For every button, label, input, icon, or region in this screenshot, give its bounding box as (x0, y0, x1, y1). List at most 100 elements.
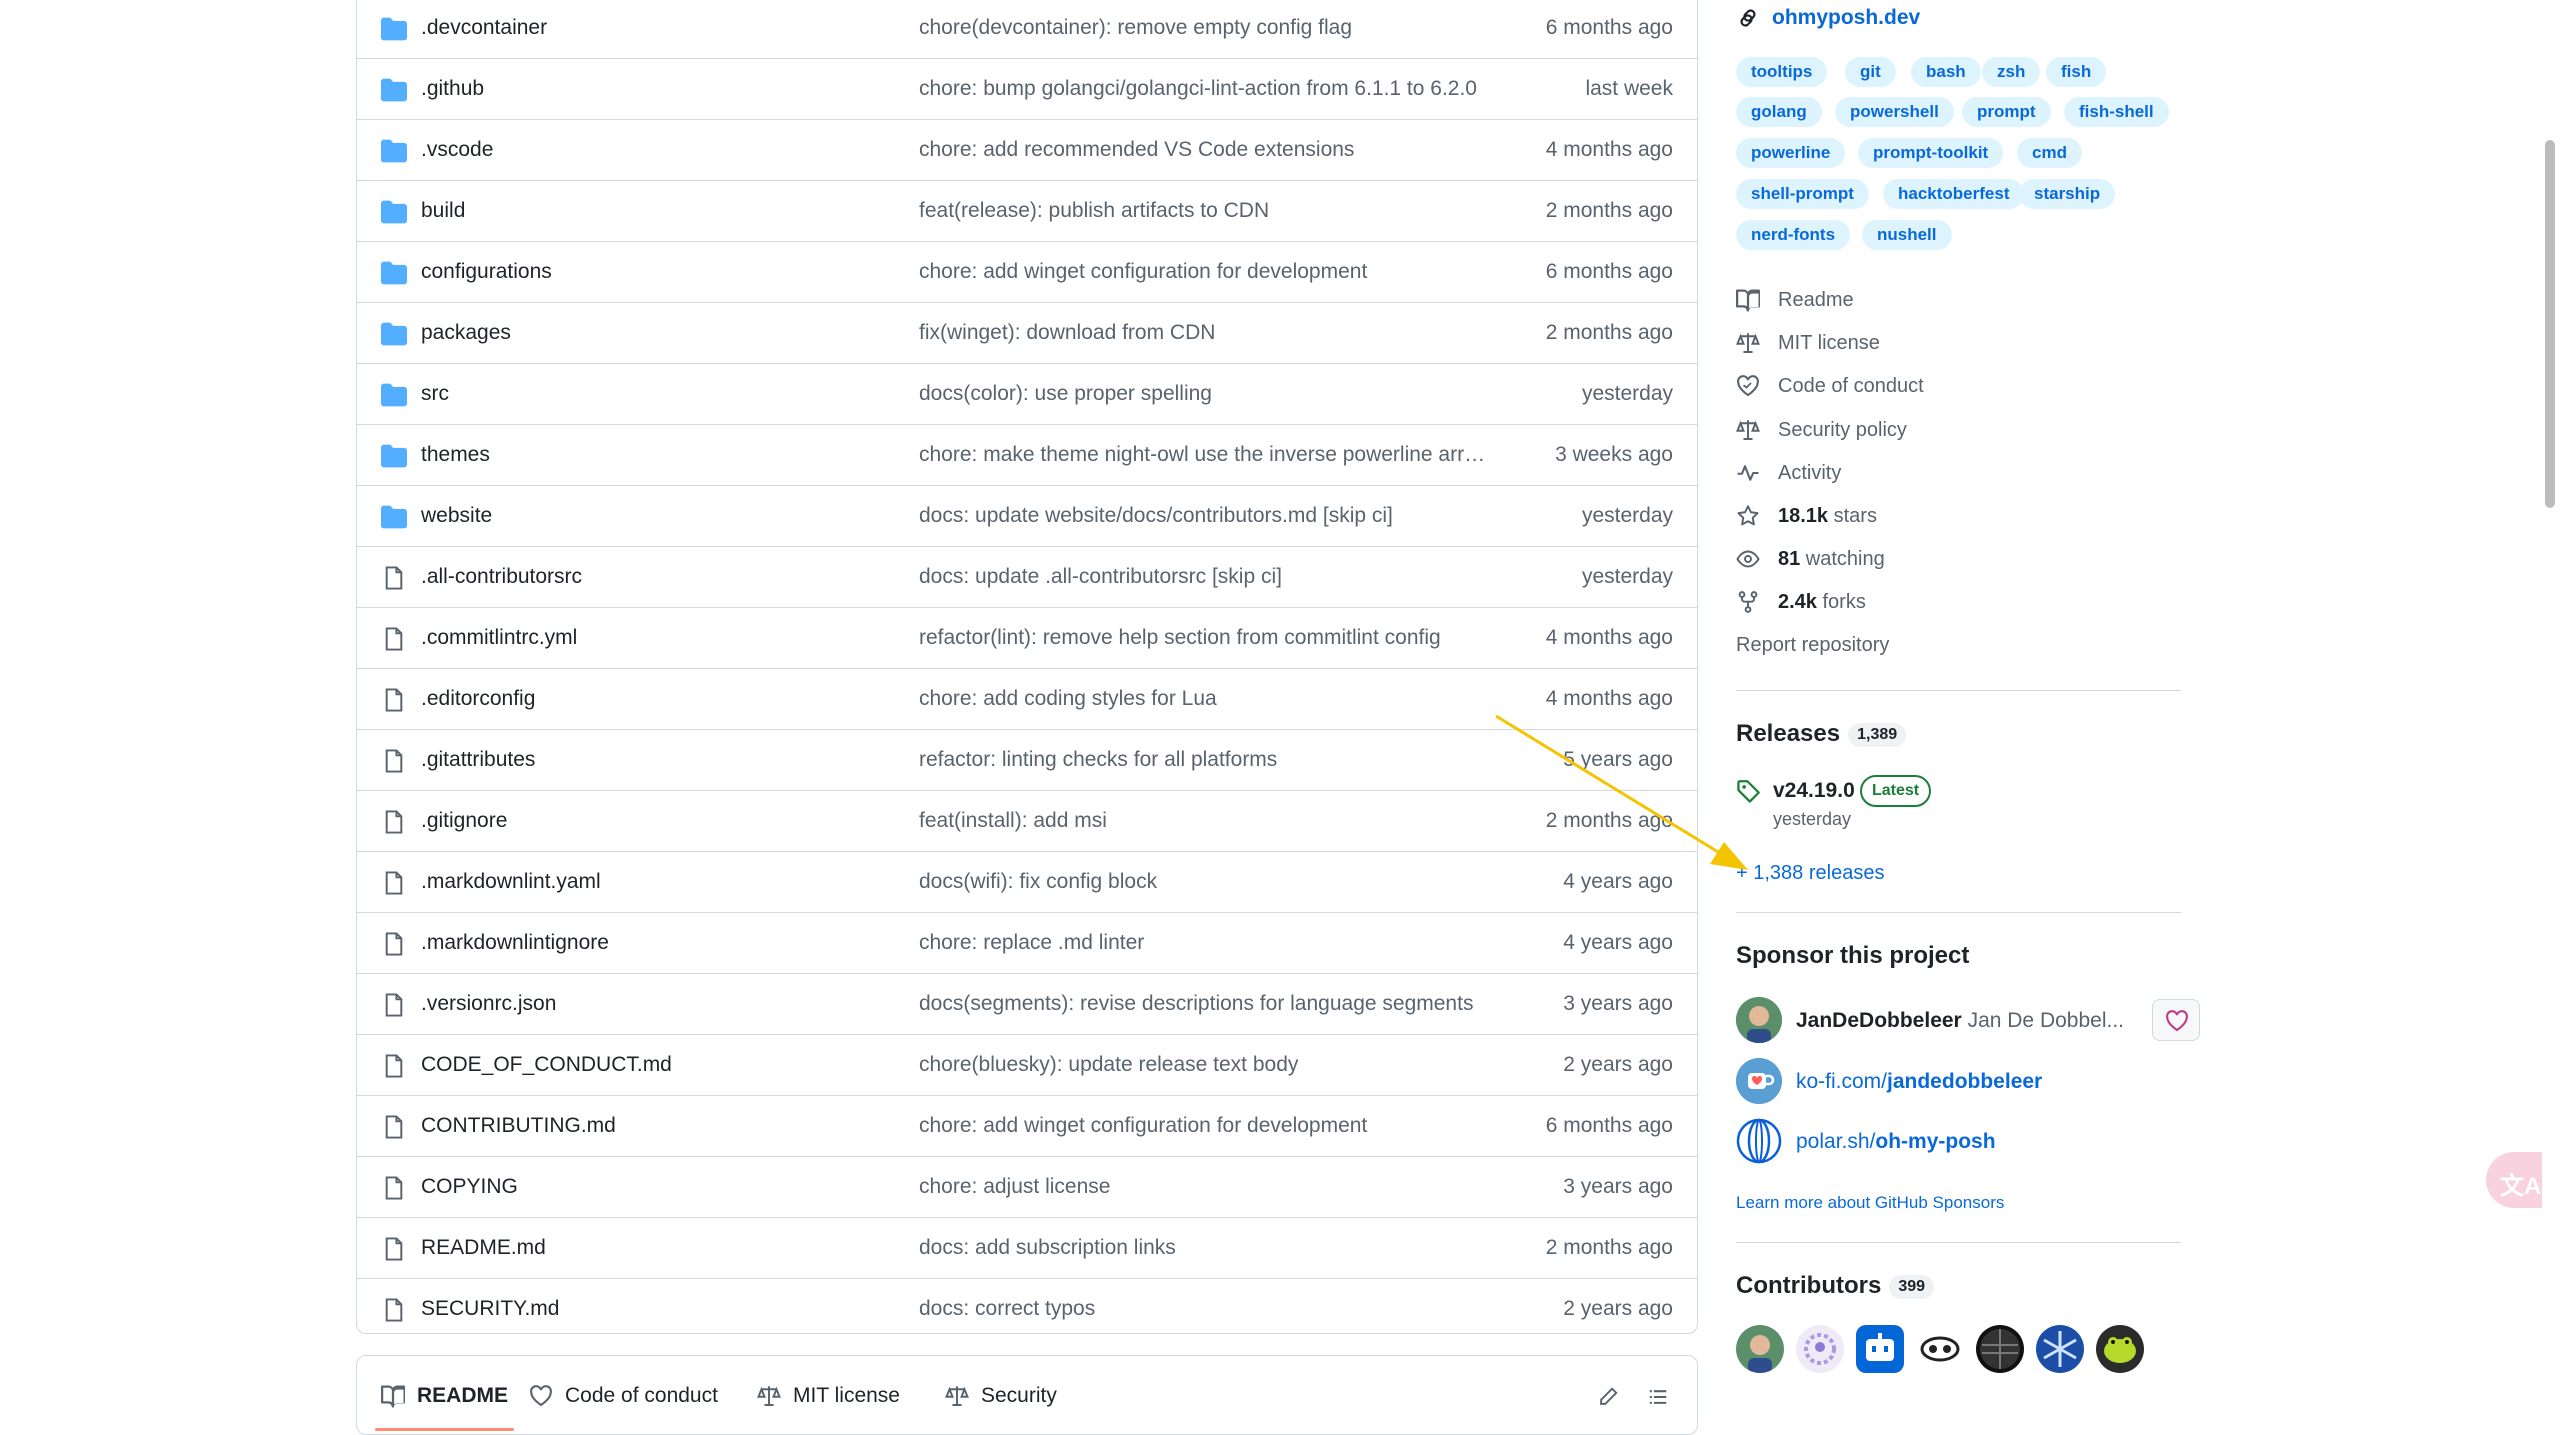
commit-message[interactable]: docs: correct typos (919, 1297, 1489, 1321)
scrollbar-thumb[interactable] (2545, 140, 2555, 508)
commit-message[interactable]: chore: add coding styles for Lua (919, 687, 1489, 711)
topic-tag[interactable]: prompt (1962, 97, 2051, 127)
file-name[interactable]: CONTRIBUTING.md (421, 1114, 616, 1138)
file-row[interactable]: .all-contributorsrc docs: update .all-co… (357, 547, 1697, 608)
commit-message[interactable]: chore: make theme night-owl use the inve… (919, 443, 1489, 467)
contributors-heading[interactable]: Contributors 399 (1736, 1272, 1935, 1300)
file-name[interactable]: SECURITY.md (421, 1297, 559, 1321)
edit-pencil-icon[interactable] (1597, 1386, 1619, 1408)
file-name[interactable]: configurations (421, 260, 552, 284)
file-name[interactable]: CODE_OF_CONDUCT.md (421, 1053, 672, 1077)
file-row[interactable]: .vscode chore: add recommended VS Code e… (357, 120, 1697, 181)
contributor-avatar[interactable] (2096, 1325, 2144, 1373)
file-name[interactable]: .editorconfig (421, 687, 535, 711)
file-name[interactable]: .all-contributorsrc (421, 565, 582, 589)
kofi-row[interactable]: ko-fi.com/jandedobbeleer (1736, 1058, 2181, 1108)
latest-release-link[interactable]: v24.19.0 (1773, 779, 1855, 803)
tab-license[interactable]: MIT license (757, 1384, 900, 1408)
file-row[interactable]: .editorconfig chore: add coding styles f… (357, 669, 1697, 730)
topic-tag[interactable]: golang (1736, 97, 1822, 127)
file-name[interactable]: .markdownlint.yaml (421, 870, 601, 894)
file-row[interactable]: README.md docs: add subscription links 2… (357, 1218, 1697, 1279)
outline-list-icon[interactable] (1647, 1386, 1669, 1408)
tab-security[interactable]: Security (945, 1384, 1057, 1408)
commit-message[interactable]: docs: add subscription links (919, 1236, 1489, 1260)
file-name[interactable]: .gitattributes (421, 748, 535, 772)
file-row[interactable]: .gitattributes refactor: linting checks … (357, 730, 1697, 791)
commit-message[interactable]: chore(bluesky): update release text body (919, 1053, 1489, 1077)
commit-message[interactable]: chore: add winget configuration for deve… (919, 1114, 1489, 1138)
commit-message[interactable]: chore: add recommended VS Code extension… (919, 138, 1489, 162)
polar-link[interactable]: polar.sh/oh-my-posh (1796, 1130, 1996, 1154)
contributor-avatar[interactable] (1916, 1325, 1964, 1373)
polar-row[interactable]: polar.sh/oh-my-posh (1736, 1118, 2181, 1168)
file-row[interactable]: .markdownlintignore chore: replace .md l… (357, 913, 1697, 974)
file-row[interactable]: configurations chore: add winget configu… (357, 242, 1697, 303)
tab-code-of-conduct[interactable]: Code of conduct (529, 1384, 718, 1408)
topic-tag[interactable]: shell-prompt (1736, 179, 1869, 209)
file-row[interactable]: themes chore: make theme night-owl use t… (357, 425, 1697, 486)
file-name[interactable]: src (421, 382, 449, 406)
file-name[interactable]: .vscode (421, 138, 493, 162)
topic-tag[interactable]: bash (1911, 57, 1981, 87)
commit-message[interactable]: chore: replace .md linter (919, 931, 1489, 955)
commit-message[interactable]: feat(install): add msi (919, 809, 1489, 833)
topic-tag[interactable]: fish (2046, 57, 2107, 87)
releases-heading[interactable]: Releases 1,389 (1736, 720, 1907, 748)
learn-more-sponsors-link[interactable]: Learn more about GitHub Sponsors (1736, 1193, 2004, 1213)
file-row[interactable]: src docs(color): use proper spelling yes… (357, 364, 1697, 425)
website-link[interactable]: ohmyposh.dev (1736, 6, 1920, 30)
commit-message[interactable]: docs: update website/docs/contributors.m… (919, 504, 1489, 528)
file-row[interactable]: .commitlintrc.yml refactor(lint): remove… (357, 608, 1697, 669)
topic-tag[interactable]: fish-shell (2064, 97, 2169, 127)
file-row[interactable]: .versionrc.json docs(segments): revise d… (357, 974, 1697, 1035)
file-name[interactable]: .devcontainer (421, 16, 547, 40)
commit-message[interactable]: docs(wifi): fix config block (919, 870, 1489, 894)
commit-message[interactable]: chore: adjust license (919, 1175, 1489, 1199)
file-name[interactable]: .versionrc.json (421, 992, 556, 1016)
sponsor-login[interactable]: JanDeDobbeleer (1796, 1009, 1962, 1032)
contributor-avatar[interactable] (1976, 1325, 2024, 1373)
contributor-avatar[interactable] (1736, 1325, 1784, 1373)
sponsor-user-row[interactable]: JanDeDobbeleer Jan De Dobbel... (1736, 997, 2181, 1047)
commit-message[interactable]: refactor: linting checks for all platfor… (919, 748, 1489, 772)
commit-message[interactable]: docs: update .all-contributorsrc [skip c… (919, 565, 1489, 589)
topic-tag[interactable]: nerd-fonts (1736, 220, 1851, 250)
file-row[interactable]: CODE_OF_CONDUCT.md chore(bluesky): updat… (357, 1035, 1697, 1096)
all-releases-link[interactable]: + 1,388 releases (1736, 862, 1884, 885)
topic-tag[interactable]: nushell (1862, 220, 1952, 250)
file-row[interactable]: build feat(release): publish artifacts t… (357, 181, 1697, 242)
topic-tag[interactable]: tooltips (1736, 57, 1828, 87)
contributor-avatar[interactable] (1796, 1325, 1844, 1373)
commit-message[interactable]: feat(release): publish artifacts to CDN (919, 199, 1489, 223)
file-name[interactable]: build (421, 199, 465, 223)
file-row[interactable]: .github chore: bump golangci/golangci-li… (357, 59, 1697, 120)
commit-message[interactable]: chore(devcontainer): remove empty config… (919, 16, 1489, 40)
file-name[interactable]: .gitignore (421, 809, 507, 833)
file-name[interactable]: packages (421, 321, 511, 345)
contributor-avatar[interactable] (1856, 1325, 1904, 1373)
file-name[interactable]: themes (421, 443, 490, 467)
topic-tag[interactable]: powerline (1736, 138, 1846, 168)
file-name[interactable]: .github (421, 77, 484, 101)
file-row[interactable]: .gitignore feat(install): add msi 2 mont… (357, 791, 1697, 852)
file-row[interactable]: .markdownlint.yaml docs(wifi): fix confi… (357, 852, 1697, 913)
topic-tag[interactable]: hacktoberfest (1883, 179, 2025, 209)
file-row[interactable]: website docs: update website/docs/contri… (357, 486, 1697, 547)
commit-message[interactable]: fix(winget): download from CDN (919, 321, 1489, 345)
commit-message[interactable]: docs(color): use proper spelling (919, 382, 1489, 406)
commit-message[interactable]: chore: add winget configuration for deve… (919, 260, 1489, 284)
file-row[interactable]: COPYING chore: adjust license 3 years ag… (357, 1157, 1697, 1218)
file-row[interactable]: CONTRIBUTING.md chore: add winget config… (357, 1096, 1697, 1157)
contributor-avatar[interactable] (2036, 1325, 2084, 1373)
file-name[interactable]: .commitlintrc.yml (421, 626, 577, 650)
file-row[interactable]: packages fix(winget): download from CDN … (357, 303, 1697, 364)
file-name[interactable]: COPYING (421, 1175, 518, 1199)
topic-tag[interactable]: git (1845, 57, 1896, 87)
commit-message[interactable]: chore: bump golangci/golangci-lint-actio… (919, 77, 1489, 101)
tab-readme[interactable]: README (374, 1384, 515, 1431)
file-row[interactable]: .devcontainer chore(devcontainer): remov… (357, 0, 1697, 59)
file-name[interactable]: README.md (421, 1236, 546, 1260)
topic-tag[interactable]: zsh (1982, 57, 2041, 87)
avatar[interactable] (1736, 997, 1782, 1043)
